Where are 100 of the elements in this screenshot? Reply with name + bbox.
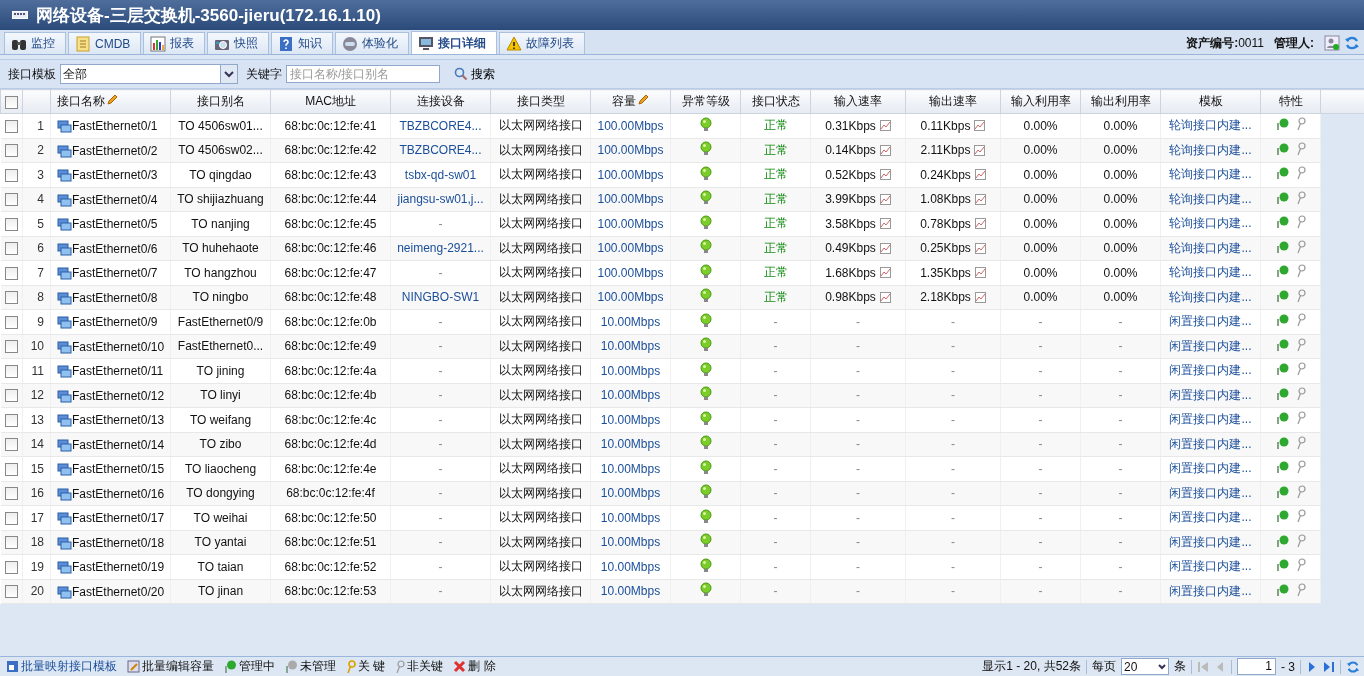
row-checkbox[interactable] bbox=[4, 242, 18, 256]
line-chart-icon[interactable] bbox=[879, 144, 891, 156]
capacity-link[interactable]: 10.00Mbps bbox=[600, 461, 661, 476]
interface-name[interactable]: FastEthernet0/17 bbox=[72, 511, 165, 526]
line-chart-icon[interactable] bbox=[879, 169, 891, 181]
line-chart-icon[interactable] bbox=[974, 242, 986, 254]
row-checkbox[interactable] bbox=[4, 511, 18, 525]
capacity-link[interactable]: 10.00Mbps bbox=[600, 314, 661, 329]
capacity-link[interactable]: 10.00Mbps bbox=[600, 412, 661, 427]
line-chart-icon[interactable] bbox=[974, 193, 986, 205]
line-chart-icon[interactable] bbox=[879, 193, 891, 205]
row-checkbox[interactable] bbox=[4, 438, 18, 452]
line-chart-icon[interactable] bbox=[879, 242, 891, 254]
capacity-link[interactable]: 100.00Mbps bbox=[597, 167, 664, 182]
key-icon[interactable] bbox=[1295, 435, 1306, 450]
line-chart-icon[interactable] bbox=[879, 291, 891, 303]
capacity-link[interactable]: 100.00Mbps bbox=[597, 118, 664, 133]
line-chart-icon[interactable] bbox=[974, 218, 986, 230]
line-chart-icon[interactable] bbox=[974, 291, 986, 303]
row-checkbox[interactable] bbox=[4, 266, 18, 280]
row-checkbox[interactable] bbox=[4, 389, 18, 403]
managed-flag-icon[interactable] bbox=[1275, 362, 1290, 377]
toolbar-button[interactable]: 未管理 bbox=[285, 658, 336, 675]
interface-name[interactable]: FastEthernet0/15 bbox=[72, 462, 165, 477]
row-checkbox[interactable] bbox=[4, 487, 18, 501]
managed-flag-icon[interactable] bbox=[1275, 435, 1290, 450]
managed-flag-icon[interactable] bbox=[1275, 386, 1290, 401]
row-checkbox[interactable] bbox=[4, 315, 18, 329]
managed-flag-icon[interactable] bbox=[1275, 582, 1290, 597]
interface-name[interactable]: FastEthernet0/3 bbox=[72, 168, 158, 183]
key-icon[interactable] bbox=[1295, 141, 1306, 156]
line-chart-icon[interactable] bbox=[879, 120, 891, 132]
template-link[interactable]: 闲置接口内建... bbox=[1169, 363, 1252, 378]
capacity-link[interactable]: 100.00Mbps bbox=[597, 216, 664, 231]
toolbar-button[interactable]: 关 键 bbox=[346, 658, 386, 675]
key-icon[interactable] bbox=[1295, 190, 1306, 205]
template-link[interactable]: 轮询接口内建... bbox=[1169, 167, 1252, 182]
key-icon[interactable] bbox=[1295, 582, 1306, 597]
key-icon[interactable] bbox=[1295, 288, 1306, 303]
interface-name[interactable]: FastEthernet0/5 bbox=[72, 217, 158, 232]
managed-flag-icon[interactable] bbox=[1275, 239, 1290, 254]
toolbar-button[interactable]: 批量编辑容量 bbox=[127, 658, 214, 675]
template-link[interactable]: 闲置接口内建... bbox=[1169, 559, 1252, 574]
template-link[interactable]: 轮询接口内建... bbox=[1169, 118, 1252, 133]
key-icon[interactable] bbox=[1295, 411, 1306, 426]
keyword-field[interactable]: 接口名称/接口别名 bbox=[286, 65, 440, 83]
row-checkbox[interactable] bbox=[4, 217, 18, 231]
managed-flag-icon[interactable] bbox=[1275, 509, 1290, 524]
tab[interactable]: 报表 bbox=[143, 32, 206, 54]
add-user-icon[interactable] bbox=[1324, 35, 1340, 51]
key-icon[interactable] bbox=[1295, 166, 1306, 181]
connected-device[interactable]: tsbx-qd-sw01 bbox=[404, 167, 477, 182]
connected-device[interactable]: TBZBCORE4... bbox=[399, 118, 482, 133]
interface-name[interactable]: FastEthernet0/9 bbox=[72, 315, 158, 330]
template-link[interactable]: 轮询接口内建... bbox=[1169, 265, 1252, 280]
key-icon[interactable] bbox=[1295, 215, 1306, 230]
interface-name[interactable]: FastEthernet0/13 bbox=[72, 413, 165, 428]
refresh-icon[interactable] bbox=[1346, 659, 1360, 674]
managed-flag-icon[interactable] bbox=[1275, 288, 1290, 303]
line-chart-icon[interactable] bbox=[974, 169, 986, 181]
row-checkbox[interactable] bbox=[4, 364, 18, 378]
key-icon[interactable] bbox=[1295, 313, 1306, 328]
toolbar-button[interactable]: 管理中 bbox=[224, 658, 275, 675]
toolbar-button[interactable]: 删 除 bbox=[453, 658, 496, 675]
key-icon[interactable] bbox=[1295, 362, 1306, 377]
managed-flag-icon[interactable] bbox=[1275, 313, 1290, 328]
toolbar-button[interactable]: 批量映射接口模板 bbox=[6, 658, 117, 675]
capacity-link[interactable]: 10.00Mbps bbox=[600, 363, 661, 378]
template-link[interactable]: 闲置接口内建... bbox=[1169, 510, 1252, 525]
pencil-icon[interactable] bbox=[106, 94, 118, 106]
line-chart-icon[interactable] bbox=[879, 267, 891, 279]
column-header[interactable]: 容量 bbox=[612, 94, 636, 108]
capacity-link[interactable]: 100.00Mbps bbox=[597, 265, 664, 280]
template-link[interactable]: 闲置接口内建... bbox=[1169, 461, 1252, 476]
managed-flag-icon[interactable] bbox=[1275, 411, 1290, 426]
row-checkbox[interactable] bbox=[4, 168, 18, 182]
line-chart-icon[interactable] bbox=[974, 120, 986, 132]
template-link[interactable]: 闲置接口内建... bbox=[1169, 412, 1252, 427]
interface-name[interactable]: FastEthernet0/1 bbox=[72, 119, 158, 134]
row-checkbox[interactable] bbox=[4, 144, 18, 158]
template-link[interactable]: 轮询接口内建... bbox=[1169, 216, 1252, 231]
row-checkbox[interactable] bbox=[4, 536, 18, 550]
per-page-dropdown[interactable]: 20 bbox=[1121, 658, 1169, 675]
tab[interactable]: 知识 bbox=[271, 32, 334, 54]
managed-flag-icon[interactable] bbox=[1275, 337, 1290, 352]
toolbar-button[interactable]: 非关键 bbox=[395, 658, 444, 675]
managed-flag-icon[interactable] bbox=[1275, 141, 1290, 156]
managed-flag-icon[interactable] bbox=[1275, 533, 1290, 548]
row-checkbox[interactable] bbox=[4, 193, 18, 207]
tab[interactable]: CMDB bbox=[68, 32, 142, 54]
tab[interactable]: 快照 bbox=[207, 32, 270, 54]
row-checkbox[interactable] bbox=[4, 560, 18, 574]
managed-flag-icon[interactable] bbox=[1275, 264, 1290, 279]
managed-flag-icon[interactable] bbox=[1275, 117, 1290, 132]
column-header[interactable]: 模板 bbox=[1198, 94, 1223, 108]
capacity-link[interactable]: 10.00Mbps bbox=[600, 559, 661, 574]
managed-flag-icon[interactable] bbox=[1275, 558, 1290, 573]
tab[interactable]: 故障列表 bbox=[499, 32, 586, 54]
key-icon[interactable] bbox=[1295, 509, 1306, 524]
key-icon[interactable] bbox=[1295, 264, 1306, 279]
